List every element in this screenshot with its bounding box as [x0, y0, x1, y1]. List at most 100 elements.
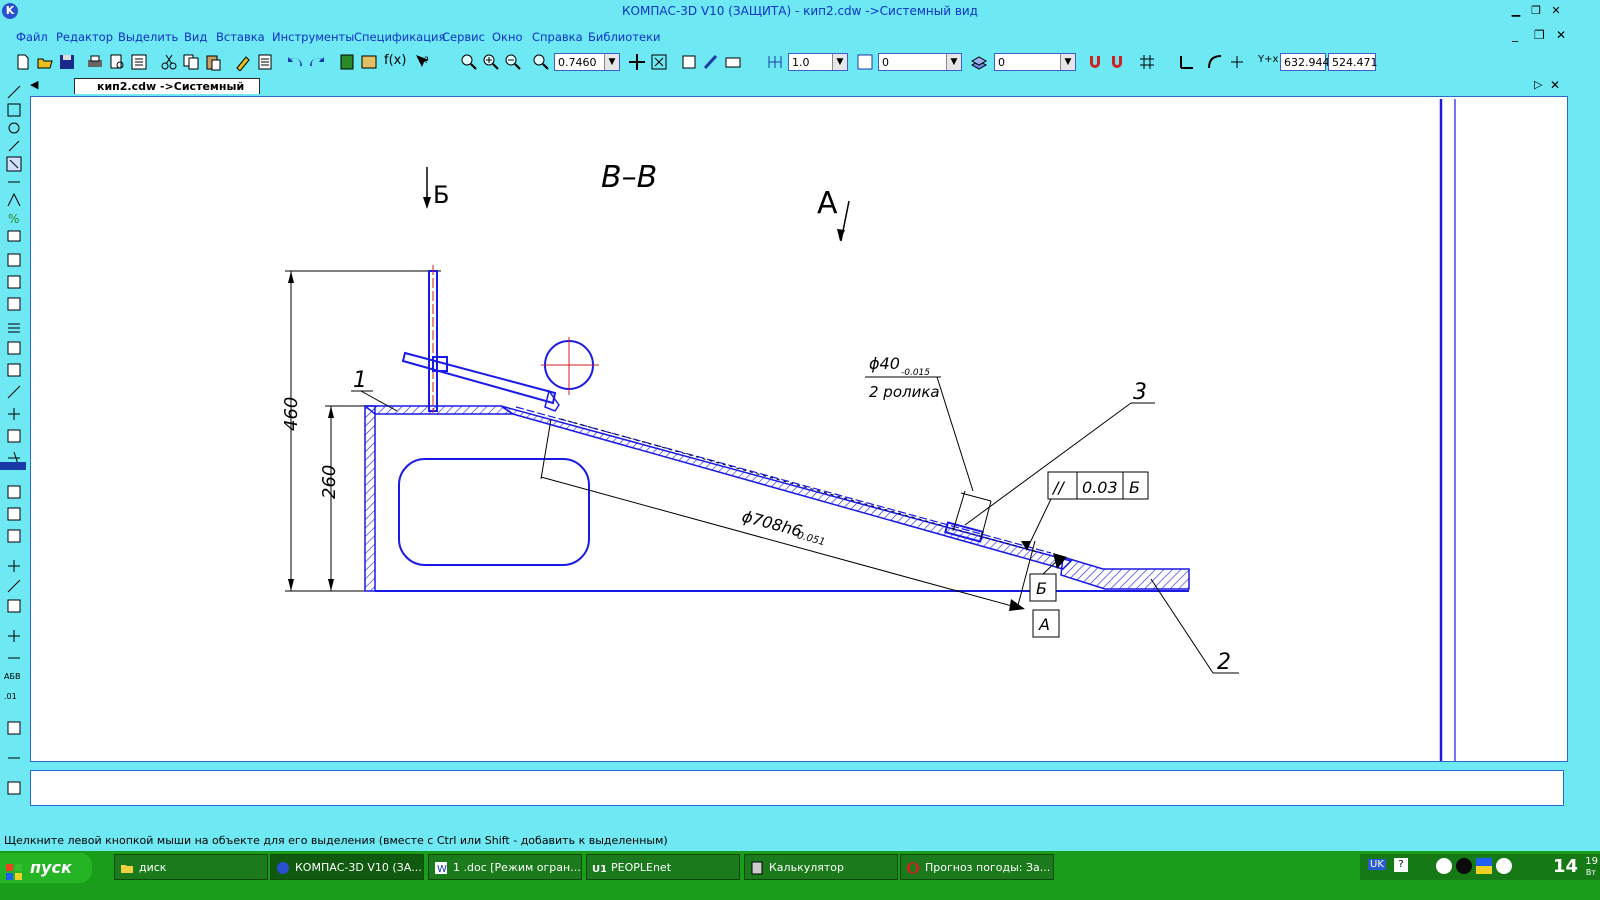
segment-icon[interactable]: [6, 274, 22, 290]
position-icon[interactable]: [6, 650, 22, 666]
manager-icon[interactable]: [256, 53, 274, 71]
leader-3[interactable]: 3: [964, 380, 1155, 526]
text-abv-icon[interactable]: АБВ: [4, 672, 20, 681]
measure-icon[interactable]: [6, 192, 22, 208]
format-brush-icon[interactable]: [234, 53, 252, 71]
tab-document[interactable]: кип2.cdw ->Системный вид: [74, 78, 260, 109]
sound-tray-icon[interactable]: [1496, 858, 1512, 874]
tolerance-icon[interactable]: .01: [4, 692, 17, 701]
menu-file[interactable]: Файл: [16, 30, 48, 44]
tab-scroll-left-icon[interactable]: ◀: [30, 78, 38, 91]
view-b-arrow[interactable]: Б: [423, 167, 449, 209]
dimensions-icon[interactable]: [6, 102, 22, 118]
round-icon[interactable]: [1206, 53, 1224, 71]
paste-icon[interactable]: [204, 53, 222, 71]
clock-hours[interactable]: 14: [1553, 856, 1578, 877]
leader-1[interactable]: 1: [351, 368, 398, 412]
cut-line-icon[interactable]: [6, 750, 22, 766]
show-all-icon[interactable]: [650, 53, 668, 71]
task-button-peoplenet[interactable]: U1 PEOPLEnet: [586, 854, 740, 880]
pan-icon[interactable]: [628, 53, 646, 71]
task-button-opera[interactable]: Прогноз погоды: За...: [900, 854, 1054, 880]
tab-close-icon[interactable]: ✕: [1550, 78, 1560, 92]
library-manager-icon[interactable]: [360, 53, 378, 71]
leader-icon[interactable]: [6, 628, 22, 644]
task-button-calculator[interactable]: Калькулятор: [744, 854, 898, 880]
properties-panel[interactable]: [30, 770, 1564, 806]
symbols-icon[interactable]: [6, 120, 22, 136]
doc-close-button[interactable]: ✕: [1556, 28, 1566, 42]
line-icon[interactable]: [6, 384, 22, 400]
cursor-icon[interactable]: [1228, 53, 1246, 71]
layers-view-icon[interactable]: [724, 53, 742, 71]
dimension-260[interactable]: 260: [319, 405, 365, 591]
variables-icon[interactable]: [338, 53, 356, 71]
menu-help[interactable]: Справка: [532, 30, 583, 44]
rectangle-icon[interactable]: [6, 362, 22, 378]
text-tool-icon[interactable]: [6, 506, 22, 522]
network-tray-icon[interactable]: [1456, 858, 1472, 874]
dimension-460[interactable]: 460: [281, 270, 441, 592]
layer-icon[interactable]: [970, 53, 988, 71]
magnet-snap-icon[interactable]: [1086, 53, 1104, 71]
language-indicator[interactable]: UK: [1368, 859, 1386, 870]
ellipse-icon[interactable]: [6, 340, 22, 356]
copy-icon[interactable]: [182, 53, 200, 71]
minimize-button[interactable]: ▁: [1508, 4, 1524, 18]
leader-2[interactable]: 2: [1150, 578, 1239, 675]
tolerance-frame[interactable]: // 0.03 Б: [1021, 471, 1149, 551]
refresh-icon[interactable]: [680, 53, 698, 71]
layer-field[interactable]: 0 ▼: [994, 53, 1076, 71]
coord-x-field[interactable]: 632.944: [1280, 53, 1330, 71]
zoom-in-icon[interactable]: [482, 53, 500, 71]
chevron-down-icon[interactable]: ▼: [946, 54, 961, 70]
chevron-down-icon[interactable]: ▼: [1060, 54, 1075, 70]
restore-button[interactable]: ❐: [1528, 4, 1544, 18]
menu-service[interactable]: Сервис: [442, 30, 485, 44]
roughness-icon[interactable]: [6, 598, 22, 614]
parametrization-icon[interactable]: [6, 174, 22, 190]
circle-tool-icon[interactable]: [6, 296, 22, 312]
rebuild-icon[interactable]: [702, 53, 720, 71]
help-tray-icon[interactable]: ?: [1394, 858, 1408, 872]
tab-scroll-right-icon[interactable]: ▷: [1534, 78, 1542, 91]
function-icon[interactable]: f(x): [384, 53, 406, 68]
arc-icon[interactable]: [6, 318, 22, 334]
menu-tools[interactable]: Инструменты: [272, 30, 354, 44]
point-icon[interactable]: [6, 252, 22, 268]
chevron-down-icon[interactable]: ▼: [832, 54, 847, 70]
menu-select[interactable]: Выделить: [118, 30, 178, 44]
task-button-disk[interactable]: диск: [114, 854, 268, 880]
print-icon[interactable]: [86, 53, 104, 71]
undo-icon[interactable]: [286, 53, 304, 71]
properties-icon[interactable]: [130, 53, 148, 71]
insert-view-icon[interactable]: [6, 484, 22, 500]
chamfer-icon[interactable]: [6, 406, 22, 422]
zoom-scale-icon[interactable]: [532, 53, 550, 71]
ortho-icon[interactable]: [1178, 53, 1196, 71]
spec-icon[interactable]: %: [6, 210, 22, 226]
table-tool-icon[interactable]: [6, 528, 22, 544]
menu-view[interactable]: Вид: [184, 30, 207, 44]
chevron-down-icon[interactable]: ▼: [604, 54, 619, 70]
menu-libraries[interactable]: Библиотеки: [588, 30, 661, 44]
fillet-icon[interactable]: [6, 428, 22, 444]
edit-icon[interactable]: [6, 138, 22, 154]
help-pointer-icon[interactable]: ?: [414, 53, 432, 71]
dimension-linear-icon[interactable]: [6, 558, 22, 574]
view-a-arrow[interactable]: А: [817, 186, 850, 242]
dimension-angle-icon[interactable]: [6, 578, 22, 594]
redo-icon[interactable]: [308, 53, 326, 71]
doc-restore-button[interactable]: ❐: [1534, 28, 1545, 42]
doc-minimize-button[interactable]: _: [1512, 28, 1518, 42]
zoom-out-icon[interactable]: [504, 53, 522, 71]
open-file-icon[interactable]: [36, 53, 54, 71]
new-file-icon[interactable]: [14, 53, 32, 71]
print-preview-icon[interactable]: [108, 53, 126, 71]
menu-specification[interactable]: Спецификация: [354, 30, 445, 44]
local-snap-icon[interactable]: [1108, 53, 1126, 71]
reports-icon[interactable]: [6, 228, 22, 244]
task-button-word[interactable]: W 1 .doc [Режим огран...: [428, 854, 582, 880]
zoom-field[interactable]: 0.7460 ▼: [554, 53, 620, 71]
angle-icon[interactable]: [856, 53, 874, 71]
